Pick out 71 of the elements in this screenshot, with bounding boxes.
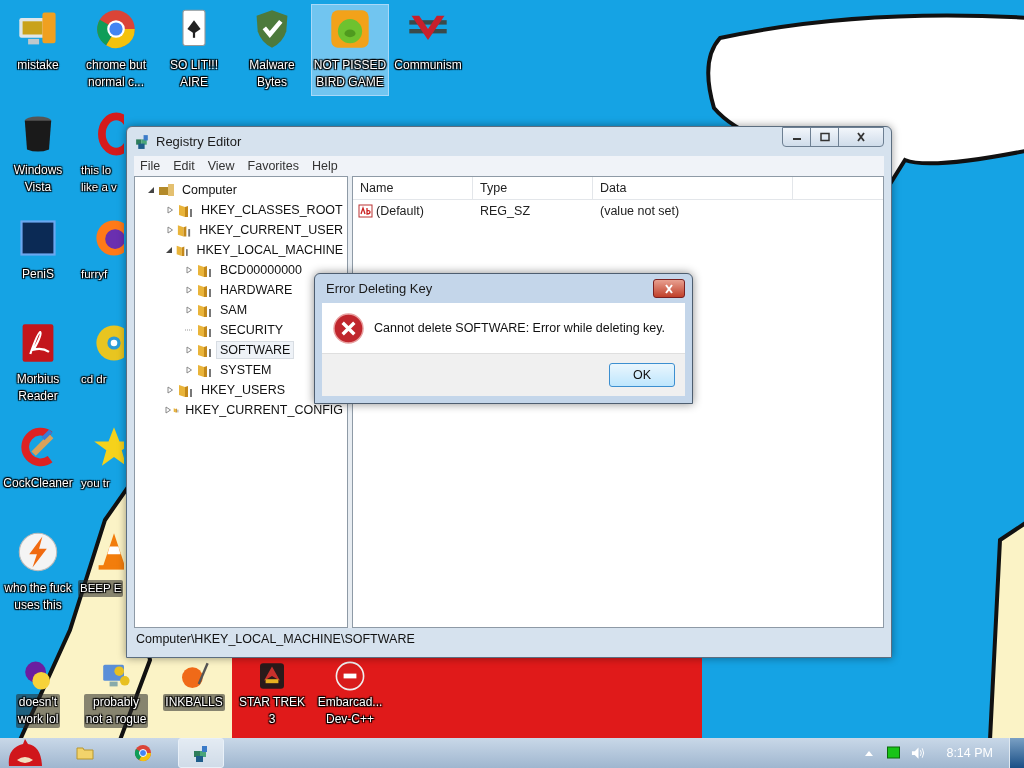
expand-arrow-icon[interactable] xyxy=(165,226,174,234)
taskbar-button[interactable] xyxy=(178,738,224,768)
tree-item[interactable]: HKEY_USERS xyxy=(197,381,290,399)
minimize-button[interactable] xyxy=(782,127,811,147)
browser-icon[interactable] xyxy=(94,7,138,51)
close-button[interactable] xyxy=(653,279,685,298)
shortcut-label[interactable]: INKBALLS xyxy=(163,694,225,711)
tree-item[interactable]: HKEY_LOCAL_MACHINE xyxy=(192,241,347,259)
menu-item[interactable]: Help xyxy=(312,159,338,173)
collapse-arrow-icon[interactable] xyxy=(147,186,155,194)
folder-icon xyxy=(196,362,214,378)
expand-arrow-icon[interactable] xyxy=(185,266,193,274)
dialog-title: Error Deleting Key xyxy=(325,281,433,296)
tree-item[interactable]: BCD00000000 xyxy=(216,261,306,279)
menu-item[interactable]: Favorites xyxy=(247,159,299,173)
bolt-icon[interactable] xyxy=(16,530,60,574)
column-header[interactable]: Type xyxy=(473,177,593,199)
close-icon xyxy=(663,283,675,294)
menu-item[interactable]: View xyxy=(207,159,235,173)
error-icon xyxy=(333,312,364,344)
expand-arrow-icon[interactable] xyxy=(185,346,193,354)
close-button[interactable] xyxy=(838,127,884,147)
network-icon[interactable] xyxy=(886,746,902,760)
table-cell: (Default) xyxy=(376,204,424,218)
tree-item[interactable]: HARDWARE xyxy=(216,281,297,299)
expand-arrow-icon[interactable] xyxy=(166,386,174,394)
expand-arrow-icon[interactable] xyxy=(166,206,174,214)
tree-item[interactable]: HKEY_CURRENT_CONFIG xyxy=(181,401,347,419)
browser-icon xyxy=(133,743,153,763)
folder-icon xyxy=(196,282,214,298)
tree-item[interactable]: Computer xyxy=(178,181,241,199)
tree-item[interactable]: HKEY_CURRENT_USER xyxy=(195,221,347,239)
computer-icon xyxy=(158,182,176,198)
shortcut-label[interactable]: STAR TREK 3 xyxy=(238,694,306,728)
tree-item[interactable]: SYSTEM xyxy=(216,361,276,379)
maximize-icon xyxy=(818,132,831,142)
folder-icon xyxy=(196,342,214,358)
collapse-arrow-icon[interactable] xyxy=(165,246,174,254)
folder-icon xyxy=(177,382,195,398)
menu-item[interactable]: File xyxy=(140,159,161,173)
window-title: Registry Editor xyxy=(156,134,242,149)
string-value-icon xyxy=(358,203,374,219)
tree-item[interactable]: HKEY_CLASSES_ROOT xyxy=(197,201,347,219)
expand-arrow-icon[interactable] xyxy=(185,286,193,294)
folder-icon xyxy=(177,202,195,218)
maximize-button[interactable] xyxy=(810,127,839,147)
close-icon xyxy=(855,132,867,142)
column-header[interactable]: Data xyxy=(593,177,793,199)
column-header[interactable]: Name xyxy=(353,177,473,199)
error-message: Cannot delete SOFTWARE: Error while deleting key. xyxy=(374,321,666,335)
tree-item[interactable]: SECURITY xyxy=(216,321,288,339)
expand-arrow-icon[interactable] xyxy=(185,366,193,374)
table-cell-text: (value not set) xyxy=(599,204,681,218)
speaker-icon[interactable] xyxy=(911,746,927,760)
tree-item[interactable]: SOFTWARE xyxy=(216,341,295,359)
shortcut-label[interactable]: doesn't work lol xyxy=(15,694,61,728)
expand-arrow-icon[interactable] xyxy=(185,306,193,314)
menu-item[interactable]: Edit xyxy=(173,159,195,173)
round-icon[interactable] xyxy=(334,660,366,692)
folder-icon xyxy=(196,302,214,318)
tree-item[interactable]: SAM xyxy=(216,301,252,319)
show-desktop-button[interactable] xyxy=(1009,738,1024,768)
shortcut-label[interactable]: Embarcad... Dev-C++ xyxy=(317,694,383,728)
table-cell-text: REG_SZ xyxy=(479,204,531,218)
expand-arrow-icon[interactable] xyxy=(164,406,172,414)
cubes-icon xyxy=(134,133,151,150)
tray-arrow-icon[interactable] xyxy=(864,749,875,757)
folder-icon xyxy=(196,322,214,338)
status-text: Computer\HKEY_LOCAL_MACHINE\SOFTWARE xyxy=(136,632,415,646)
folder-icon xyxy=(196,262,214,278)
ok-button[interactable]: OK xyxy=(609,363,675,387)
